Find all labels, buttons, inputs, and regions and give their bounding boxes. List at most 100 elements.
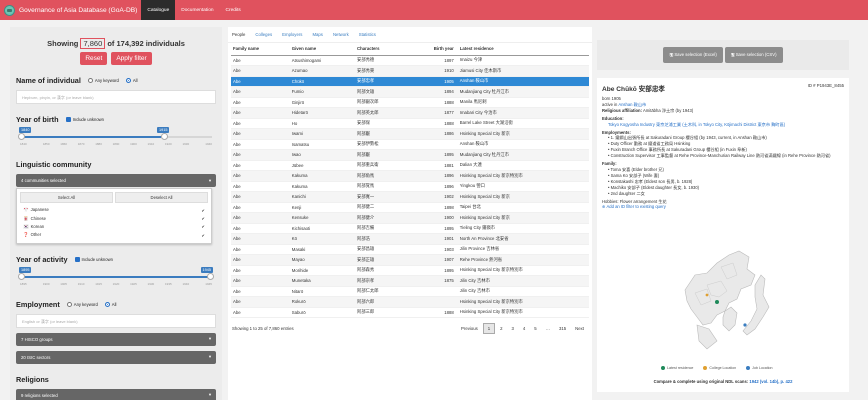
table-cell: Abe (231, 170, 290, 182)
add-id-filter-link[interactable]: ⊕ Add an ID filter to existing query (602, 204, 844, 210)
tab-employers[interactable]: Employers (282, 32, 302, 42)
table-row[interactable]: Abe Atsushimogami 安部秀德 1897 Imaizu 今津 (231, 55, 589, 66)
table-row[interactable]: Abe Rokurō 阿部六郎 Hsinking Special City 新京特別市 (231, 296, 589, 308)
job-marker[interactable] (705, 293, 709, 297)
activity-include-unknown-checkbox[interactable]: Include unknown (74, 256, 113, 262)
table-row[interactable]: Abe Isamatsu 安部伊勢松 Anshan 鞍山市 (231, 139, 589, 150)
residence-marker[interactable] (715, 300, 719, 304)
table-row[interactable]: Abe Azumao 安部秀東 1910 Jiamusi City 佳木斯市 (231, 65, 589, 77)
compare-line: Compare & complete using original NDL sc… (597, 379, 849, 384)
page-315[interactable]: 315 (555, 324, 570, 333)
table-row[interactable]: Abe Munetaka 阿部宗孝 1875 Jilin City 吉林市 (231, 275, 589, 287)
reset-button[interactable]: Reset (80, 52, 108, 65)
table-row[interactable]: Abe Morihide 阿部森秀 1895 Hsinking Special City… (231, 265, 589, 276)
hisco-select[interactable]: 7 HISCO groups ▾ (16, 332, 216, 346)
column-header[interactable]: Given name (289, 43, 356, 56)
table-row[interactable]: Abe Hidetarō 阿部英太郎 1877 Imabari City 今治市 (231, 107, 589, 119)
table-row[interactable]: Abe Chūkō 安部忠孝 1905 Anshan 鞍山市 (231, 76, 589, 87)
table-cell: 安部伊勢松 (355, 139, 407, 150)
table-row[interactable]: Abe Saburō 阿部三郎 1888 Hsinking Special City 新… (231, 307, 589, 318)
name-search-input[interactable]: Hepburn, pinyin, or 漢字 (or leave blank) (16, 90, 216, 104)
table-row[interactable]: Abe Ho 安部保 1888 Barrel Lake Street 大湖沿街 (231, 118, 589, 129)
table-cell (406, 296, 458, 308)
radio-all[interactable]: All (125, 78, 138, 83)
table-row[interactable]: Abe Mayao 安部正雄 1907 Rehe Province 熱河省 (231, 254, 589, 266)
table-row[interactable]: Abe Kō 阿部浩 1901 North An Province 北安省 (231, 233, 589, 245)
page-previous[interactable]: Previous (457, 324, 482, 333)
page-1[interactable]: 1 (482, 323, 496, 334)
page-4[interactable]: 4 (519, 324, 529, 333)
tab-people[interactable]: People (232, 32, 245, 42)
list-item[interactable]: 🎌 Japanese ✔ (17, 206, 211, 214)
activity-min-handle[interactable] (18, 272, 25, 280)
table-cell: Iwami (289, 128, 356, 140)
column-header[interactable]: Family name (231, 43, 290, 56)
activity-max-handle[interactable] (207, 272, 214, 280)
education-value[interactable]: Tokyo Kogyosha Industry 東京芝浦工業 (土木科, in … (608, 122, 844, 128)
tick-label: 1910 (77, 281, 85, 286)
isic-select[interactable]: 20 ISIC sectors ▾ (16, 350, 216, 364)
column-header[interactable]: Birth year (406, 43, 458, 56)
tab-colleges[interactable]: Colleges (255, 32, 272, 42)
brand[interactable]: Governance of Asia Database (GoA-DB) (0, 4, 137, 16)
religions-select[interactable]: 9 religions selected ▾ (16, 388, 216, 400)
nav-documentation[interactable]: Documentation (175, 0, 219, 20)
compare-link[interactable]: 1942 (vol. 14b), p. 422 (749, 379, 792, 384)
radio-any-keyword[interactable]: Any keyword (87, 78, 119, 83)
save-excel-button[interactable]: 🖫 Save selection (Excel) (663, 47, 723, 63)
emp-radio-any-keyword[interactable]: Any keyword (66, 301, 98, 307)
table-row[interactable]: Abe Kanichi 安部寛一 1902 Hsinking Special City … (231, 191, 589, 203)
table-row[interactable]: Abe Kenji 阿部健二 1898 Taipei 台北 (231, 202, 589, 213)
tab-statistics[interactable]: Statistics (359, 32, 376, 42)
table-row[interactable]: Abe Ginjirō 阿部銀次郎 1888 Manila 馬尼剌 (231, 97, 589, 108)
emp-radio-all[interactable]: All (104, 301, 116, 307)
table-cell: 阿部宗孝 (355, 275, 407, 287)
page-next[interactable]: Next (571, 324, 588, 333)
table-row[interactable]: Abe Iwao 阿部巌 1895 Mudanjiang City 牡丹江市 (231, 149, 589, 161)
activity-title: Year of activity (16, 254, 68, 264)
table-row[interactable]: Abe Kakuma 阿部覚馬 1896 Yingkou 營口 (231, 181, 589, 192)
table-row[interactable]: Abe Kichisaoti 阿部吉備 1895 Tieling City 鐵嶺市 (231, 223, 589, 234)
table-row[interactable]: Abe Masaki 安部昌雄 1903 Jilin Province 吉林省 (231, 244, 589, 255)
tab-network[interactable]: Network (333, 32, 349, 42)
active-prefix: active in (602, 101, 618, 107)
list-item[interactable]: 🀄 Chinese ✔ (17, 214, 211, 222)
table-cell: 安部寛一 (355, 191, 407, 203)
college-marker[interactable] (743, 323, 747, 327)
deselect-all-button[interactable]: Deselect All (115, 192, 208, 203)
table-cell: Taipei 台北 (457, 202, 589, 213)
active-place-link[interactable]: Anshan 鞍山市 (618, 102, 646, 107)
list-item[interactable]: ❓ Other ✔ (17, 231, 211, 239)
table-row[interactable]: Abe Kakuma 阿部角馬 1896 Hsinking Special City 新… (231, 170, 589, 182)
column-header[interactable]: Latest residence (457, 43, 589, 56)
birth-max-handle[interactable] (161, 133, 168, 140)
birth-year-slider[interactable]: 1840 1915 1840 1850 1860 1870 1880 1890 1900 19… (16, 127, 216, 149)
table-row[interactable]: Abe Jūbee 阿部重兵衛 1881 Dalian 大連 (231, 160, 589, 171)
activity-year-slider[interactable]: 1895 1945 1895 1900 1905 1910 1915 1920 1925 19… (16, 266, 216, 289)
table-row[interactable]: Abe Nitarō 阿部仁太郎 Jilin City 吉林市 (231, 286, 589, 297)
page-2[interactable]: 2 (496, 324, 506, 333)
table-cell: Mayao (289, 254, 356, 266)
employment-search-input[interactable]: English or 漢字 (or leave blank) (16, 313, 216, 328)
nav-catalogue[interactable]: Catalogue (141, 0, 176, 20)
tab-maps[interactable]: Maps (312, 32, 323, 42)
birth-include-unknown-checkbox[interactable]: Include unknown (65, 117, 104, 122)
page-3[interactable]: 3 (508, 324, 518, 333)
table-row[interactable]: Abe Kensuke 阿部健介 1900 Hsinking Special City … (231, 212, 589, 224)
family-label: Family: (602, 161, 617, 167)
list-item[interactable]: 🇰🇷 Korean ✔ (17, 223, 211, 231)
table-cell: Mudanjiang City 牡丹江市 (457, 86, 589, 98)
nav-credits[interactable]: Credits (220, 0, 247, 20)
table-row[interactable]: Abe Iwami 阿部巌 1886 Hsinking Special City 新京 (231, 128, 589, 140)
select-all-button[interactable]: Select All (20, 192, 113, 203)
apply-filter-button[interactable]: Apply filter (111, 52, 152, 65)
save-csv-button[interactable]: 🖫 Save selection (CSV) (724, 47, 783, 63)
table-row[interactable]: Abe Fumio 阿部文雄 1894 Mudanjiang City 牡丹江市 (231, 86, 589, 98)
page-5[interactable]: 5 (530, 324, 540, 333)
table-cell: 阿部巌 (355, 149, 407, 161)
birth-min-handle[interactable] (18, 133, 25, 140)
table-cell: Abe (231, 149, 290, 161)
column-header[interactable]: Characters (355, 43, 407, 56)
table-cell: 1900 (406, 212, 458, 224)
ling-select[interactable]: 4 communities selected ▾ (16, 174, 216, 187)
